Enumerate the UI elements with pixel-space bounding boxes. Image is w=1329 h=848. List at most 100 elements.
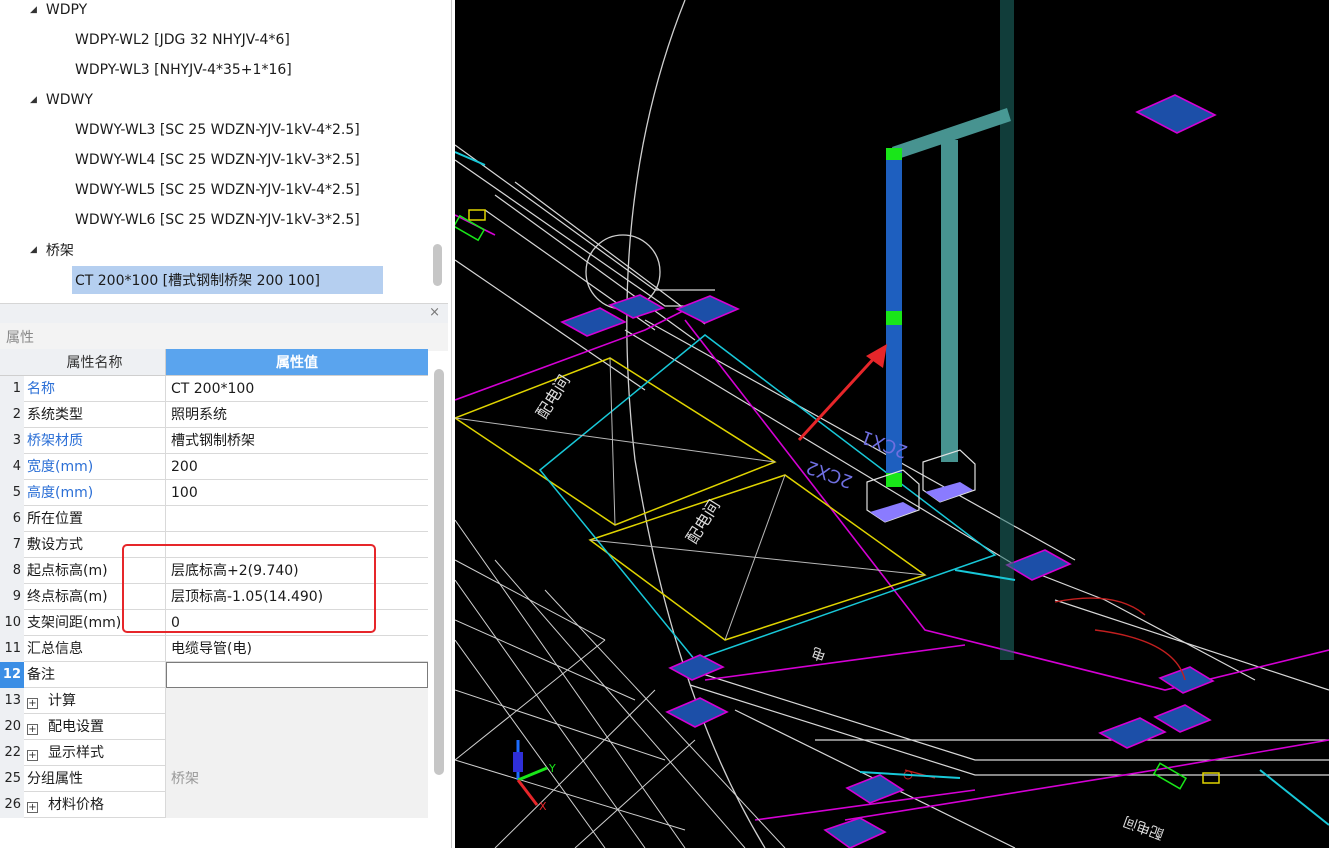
row-value[interactable] xyxy=(166,506,428,532)
row-key: 高度(mm) xyxy=(24,480,166,506)
row-value[interactable]: CT 200*100 xyxy=(166,376,428,402)
row-index: 1 xyxy=(0,376,24,402)
row-value[interactable]: 200 xyxy=(166,454,428,480)
remark-input[interactable] xyxy=(166,662,428,688)
row-key-label: 材料价格 xyxy=(48,797,104,813)
row-index: 4 xyxy=(0,454,24,480)
row-key: 名称 xyxy=(24,376,166,402)
tray-node-top[interactable] xyxy=(886,148,902,160)
row-value xyxy=(166,792,428,818)
row-index: 25 xyxy=(0,766,24,792)
grid-row[interactable]: 5 高度(mm) 100 xyxy=(0,480,428,506)
row-key-label: 计算 xyxy=(48,693,76,709)
row-key-label: 配电设置 xyxy=(48,719,104,735)
row-key: 分组属性 xyxy=(24,766,166,792)
row-key: 所在位置 xyxy=(24,506,166,532)
tree-group-wdpy[interactable]: ◢ WDPY xyxy=(30,0,87,24)
grid-row-group[interactable]: 22 + 显示样式 xyxy=(0,740,428,766)
row-value: 桥架 xyxy=(166,766,428,792)
row-value[interactable]: 照明系统 xyxy=(166,402,428,428)
cyan-room xyxy=(538,334,997,661)
tree-group-label: 桥架 xyxy=(45,243,74,259)
tree-item[interactable]: WDWY-WL6 [SC 25 WDZN-YJV-1kV-3*2.5] xyxy=(72,206,360,234)
tree-item[interactable]: WDWY-WL5 [SC 25 WDZN-YJV-1kV-4*2.5] xyxy=(72,176,360,204)
grid-row[interactable]: 4 宽度(mm) 200 xyxy=(0,454,428,480)
header-property-value: 属性值 xyxy=(166,349,428,376)
grid-row-group[interactable]: 13 + 计算 xyxy=(0,688,428,714)
expand-triangle-icon[interactable]: ◢ xyxy=(30,5,37,15)
tree-item[interactable]: WDWY-WL4 [SC 25 WDZN-YJV-1kV-3*2.5] xyxy=(72,146,360,174)
project-tree: ◢ WDPY WDPY-WL2 [JDG 32 NHYJV-4*6] WDPY-W… xyxy=(0,0,448,300)
row-key: 宽度(mm) xyxy=(24,454,166,480)
row-value[interactable]: 槽式钢制桥架 xyxy=(166,428,428,454)
cad-drawing[interactable]: 配电间 配电间 2CX2 2CX1 电 配电间 Y X xyxy=(455,0,1329,848)
tree-scrollbar[interactable] xyxy=(433,244,442,286)
row-value xyxy=(166,740,428,766)
grid-row[interactable]: 3 桥架材质 槽式钢制桥架 xyxy=(0,428,428,454)
expand-triangle-icon[interactable]: ◢ xyxy=(30,95,37,105)
grid-row-group[interactable]: 20 + 配电设置 xyxy=(0,714,428,740)
grid-row[interactable]: 6 所在位置 xyxy=(0,506,428,532)
tree-group-wdwy[interactable]: ◢ WDWY xyxy=(30,86,93,114)
grid-row-group[interactable]: 26 + 材料价格 xyxy=(0,792,428,818)
left-panel: ◢ WDPY WDPY-WL2 [JDG 32 NHYJV-4*6] WDPY-W… xyxy=(0,0,452,848)
row-index: 20 xyxy=(0,714,24,740)
tag-label: 2CX2 xyxy=(803,456,855,492)
row-value xyxy=(166,714,428,740)
tree-group-label: WDWY xyxy=(45,92,93,108)
vertical-riser-dotted xyxy=(1000,0,1014,660)
row-value xyxy=(166,688,428,714)
expand-plus-icon[interactable]: + xyxy=(27,698,38,709)
row-key: + 材料价格 xyxy=(24,792,166,818)
row-index: 7 xyxy=(0,532,24,558)
expand-plus-icon[interactable]: + xyxy=(27,750,38,761)
row-index: 22 xyxy=(0,740,24,766)
expand-plus-icon[interactable]: + xyxy=(27,802,38,813)
expand-triangle-icon[interactable]: ◢ xyxy=(30,245,37,255)
tree-item-label: WDWY-WL4 [SC 25 WDZN-YJV-1kV-3*2.5] xyxy=(75,152,360,168)
panel-splitter[interactable]: × xyxy=(0,303,448,323)
row-key: + 计算 xyxy=(24,688,166,714)
row-value[interactable]: 100 xyxy=(166,480,428,506)
row-index: 9 xyxy=(0,584,24,610)
grid-row[interactable]: 1 名称 CT 200*100 xyxy=(0,376,428,402)
door-label: 电 xyxy=(810,643,829,663)
header-property-name: 属性名称 xyxy=(24,349,166,376)
row-index: 10 xyxy=(0,610,24,636)
close-icon[interactable]: × xyxy=(429,305,440,320)
tree-item[interactable]: WDPY-WL2 [JDG 32 NHYJV-4*6] xyxy=(72,26,290,54)
tray-node-middle[interactable] xyxy=(886,311,902,325)
expand-plus-icon[interactable]: + xyxy=(27,724,38,735)
grid-row[interactable]: 25 分组属性 桥架 xyxy=(0,766,428,792)
tree-group-label: WDPY xyxy=(45,2,88,18)
tree-item[interactable]: WDPY-WL3 [NHYJV-4*35+1*16] xyxy=(72,56,292,84)
properties-title: 属性 xyxy=(0,323,448,351)
cad-viewport[interactable]: 配电间 配电间 2CX2 2CX1 电 配电间 Y X xyxy=(455,0,1329,848)
tree-item-label: WDWY-WL3 [SC 25 WDZN-YJV-1kV-4*2.5] xyxy=(75,122,360,138)
grid-row[interactable]: 11 汇总信息 电缆导管(电) xyxy=(0,636,428,662)
tree-item-label: WDPY-WL3 [NHYJV-4*35+1*16] xyxy=(75,62,292,78)
tree-group-bridge[interactable]: ◢ 桥架 xyxy=(30,236,74,264)
grid-row[interactable]: 2 系统类型 照明系统 xyxy=(0,402,428,428)
row-key: + 显示样式 xyxy=(24,740,166,766)
row-key: 汇总信息 xyxy=(24,636,166,662)
row-index: 8 xyxy=(0,558,24,584)
row-key: 备注 xyxy=(24,662,166,688)
tree-item-label: CT 200*100 [槽式钢制桥架 200 100] xyxy=(75,273,320,289)
tree-item[interactable]: WDWY-WL3 [SC 25 WDZN-YJV-1kV-4*2.5] xyxy=(72,116,360,144)
tray-secondary xyxy=(892,108,1011,462)
row-value[interactable]: 电缆导管(电) xyxy=(166,636,428,662)
device-symbols xyxy=(455,209,1220,790)
row-index: 13 xyxy=(0,688,24,714)
grid-scrollbar[interactable] xyxy=(434,369,444,775)
tree-item-selected[interactable]: CT 200*100 [槽式钢制桥架 200 100] xyxy=(72,266,383,294)
room-label: 配电间 xyxy=(1121,812,1166,841)
row-key: + 配电设置 xyxy=(24,714,166,740)
elevation-highlight-box xyxy=(122,544,376,633)
tree-item-label: WDPY-WL2 [JDG 32 NHYJV-4*6] xyxy=(75,32,290,48)
grid-corner xyxy=(0,349,24,376)
grid-row-active[interactable]: 12 备注 xyxy=(0,662,428,688)
axis-x-label: X xyxy=(539,800,547,813)
row-index: 5 xyxy=(0,480,24,506)
tree-item-label: WDWY-WL5 [SC 25 WDZN-YJV-1kV-4*2.5] xyxy=(75,182,360,198)
